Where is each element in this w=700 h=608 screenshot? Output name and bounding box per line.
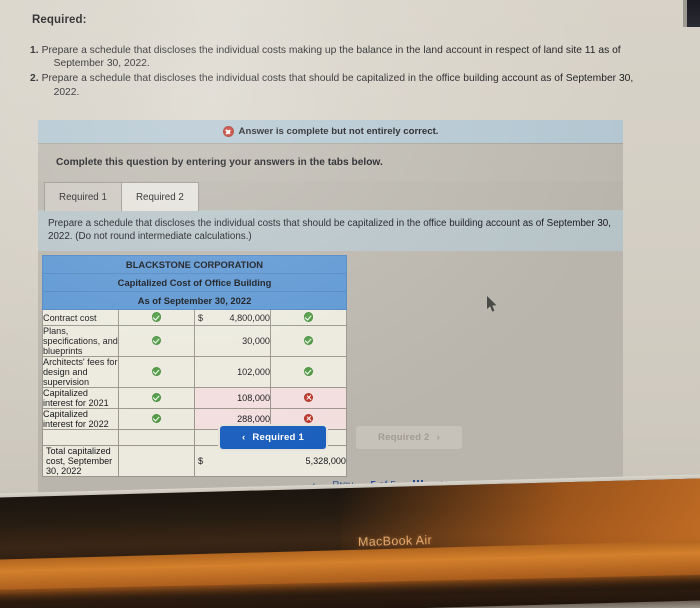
check-circle-icon bbox=[151, 392, 162, 403]
row-value-grade-icon bbox=[270, 309, 347, 326]
tab-required-2[interactable]: Required 2 bbox=[120, 182, 199, 211]
table-body: Contract cost $4,800,000 Plans, specific… bbox=[42, 309, 347, 477]
requirement-navigation: ‹ Required 1 Required 2 › bbox=[220, 426, 462, 449]
table-row[interactable]: Capitalized interest for 2021 108,000 bbox=[42, 387, 347, 409]
sheet-title-line-2: Capitalized Cost of Office Building bbox=[42, 273, 347, 292]
check-circle-icon bbox=[151, 413, 162, 424]
requirement-number: 2. bbox=[30, 73, 39, 85]
row-value[interactable]: 108,000 bbox=[194, 387, 271, 409]
requirement-line-2: 2022. bbox=[53, 86, 80, 98]
row-label-grade-icon bbox=[118, 408, 195, 430]
requirement-item: 1. Prepare a schedule that discloses the… bbox=[30, 44, 685, 70]
status-banner-text: Answer is complete but not entirely corr… bbox=[238, 126, 439, 137]
row-amount: 288,000 bbox=[237, 414, 270, 424]
requirement-line-2: September 30, 2022. bbox=[53, 58, 150, 70]
complete-question-instruction: Complete this question by entering your … bbox=[38, 144, 623, 181]
row-label-grade-icon bbox=[118, 325, 195, 357]
sheet-title-line-1: BLACKSTONE CORPORATION bbox=[42, 255, 347, 274]
check-circle-icon bbox=[151, 335, 162, 346]
total-label-spacer bbox=[118, 445, 195, 477]
row-label[interactable]: Contract cost bbox=[42, 309, 119, 326]
table-header: BLACKSTONE CORPORATION Capitalized Cost … bbox=[42, 255, 347, 310]
requirement-line-1: Prepare a schedule that discloses the in… bbox=[41, 45, 621, 56]
currency-symbol: $ bbox=[198, 456, 204, 466]
requirement-tabs: Required 1 Required 2 bbox=[38, 181, 623, 211]
currency-symbol: $ bbox=[198, 312, 204, 323]
requirement-item: 2. Prepare a schedule that discloses the… bbox=[30, 72, 685, 98]
table-total-row: Total capitalized cost, September 30, 20… bbox=[42, 445, 347, 477]
x-circle-icon bbox=[222, 126, 234, 137]
row-value[interactable]: 102,000 bbox=[194, 356, 271, 388]
total-label: Total capitalized cost, September 30, 20… bbox=[42, 445, 119, 477]
requirement-text: Prepare a schedule that discloses the in… bbox=[42, 72, 685, 98]
status-banner: Answer is complete but not entirely corr… bbox=[38, 120, 623, 144]
table-title-row: Capitalized Cost of Office Building bbox=[42, 273, 347, 292]
row-value-grade-icon bbox=[270, 387, 347, 409]
requirements-list: 1. Prepare a schedule that discloses the… bbox=[30, 44, 685, 101]
row-label-grade-icon bbox=[118, 387, 195, 409]
row-label[interactable]: Architects' fees for design and supervis… bbox=[42, 356, 119, 388]
offscreen-object bbox=[687, 0, 700, 27]
row-value-grade-icon bbox=[270, 356, 347, 388]
requirement-number: 1. bbox=[30, 45, 39, 56]
total-amount: 5,328,000 bbox=[305, 456, 346, 466]
row-value[interactable]: 30,000 bbox=[194, 325, 271, 357]
x-circle-icon bbox=[303, 413, 314, 424]
x-circle-icon bbox=[303, 392, 314, 403]
check-circle-icon bbox=[151, 312, 162, 322]
row-value-grade-icon bbox=[270, 325, 347, 357]
check-circle-icon bbox=[303, 312, 314, 322]
requirement-line-1: Prepare a schedule that discloses the in… bbox=[41, 73, 634, 85]
check-circle-icon bbox=[303, 366, 314, 377]
row-label[interactable]: Plans, specifications, and blueprints bbox=[42, 325, 119, 357]
macbook-air-brand-label: MacBook Air bbox=[357, 533, 433, 549]
required-heading: Required: bbox=[32, 14, 87, 26]
table-title-row: BLACKSTONE CORPORATION bbox=[42, 255, 347, 274]
row-label[interactable]: Capitalized interest for 2022 bbox=[42, 408, 119, 430]
row-amount: 4,800,000 bbox=[229, 312, 270, 323]
row-amount: 30,000 bbox=[242, 336, 270, 346]
table-row[interactable]: Plans, specifications, and blueprints 30… bbox=[42, 325, 347, 357]
table-row[interactable]: Architects' fees for design and supervis… bbox=[42, 356, 347, 388]
row-label[interactable]: Capitalized interest for 2021 bbox=[42, 387, 119, 409]
table-row[interactable]: Contract cost $4,800,000 bbox=[42, 309, 347, 326]
row-value[interactable]: $4,800,000 bbox=[194, 309, 271, 326]
row-label[interactable] bbox=[42, 429, 119, 446]
required-1-label: Required 1 bbox=[252, 432, 304, 443]
total-value: $5,328,000 bbox=[194, 445, 347, 477]
tab-required-1[interactable]: Required 1 bbox=[44, 182, 122, 211]
row-label-grade-icon bbox=[118, 356, 195, 388]
requirement-text: Prepare a schedule that discloses the in… bbox=[42, 44, 685, 70]
laptop-screen: Required: 1. Prepare a schedule that dis… bbox=[0, 0, 700, 512]
table-title-row: As of September 30, 2022 bbox=[42, 291, 347, 310]
required-2-button[interactable]: Required 2 › bbox=[356, 426, 462, 449]
row-label-grade-icon bbox=[118, 309, 195, 326]
row-label-grade-icon bbox=[118, 429, 195, 446]
sheet-title-line-3: As of September 30, 2022 bbox=[42, 291, 347, 310]
chevron-right-icon: › bbox=[436, 432, 440, 443]
photo-of-laptop-screen: Required: 1. Prepare a schedule that dis… bbox=[0, 0, 700, 608]
required-2-label: Required 2 bbox=[378, 432, 430, 443]
requirement-prompt: Prepare a schedule that discloses the in… bbox=[38, 210, 623, 251]
spreadsheet-wrapper: BLACKSTONE CORPORATION Capitalized Cost … bbox=[38, 251, 623, 503]
check-circle-icon bbox=[151, 366, 162, 377]
row-amount: 102,000 bbox=[237, 367, 270, 377]
row-amount: 108,000 bbox=[237, 393, 270, 403]
chevron-left-icon: ‹ bbox=[242, 432, 246, 443]
check-circle-icon bbox=[303, 335, 314, 346]
required-1-button[interactable]: ‹ Required 1 bbox=[220, 426, 326, 449]
